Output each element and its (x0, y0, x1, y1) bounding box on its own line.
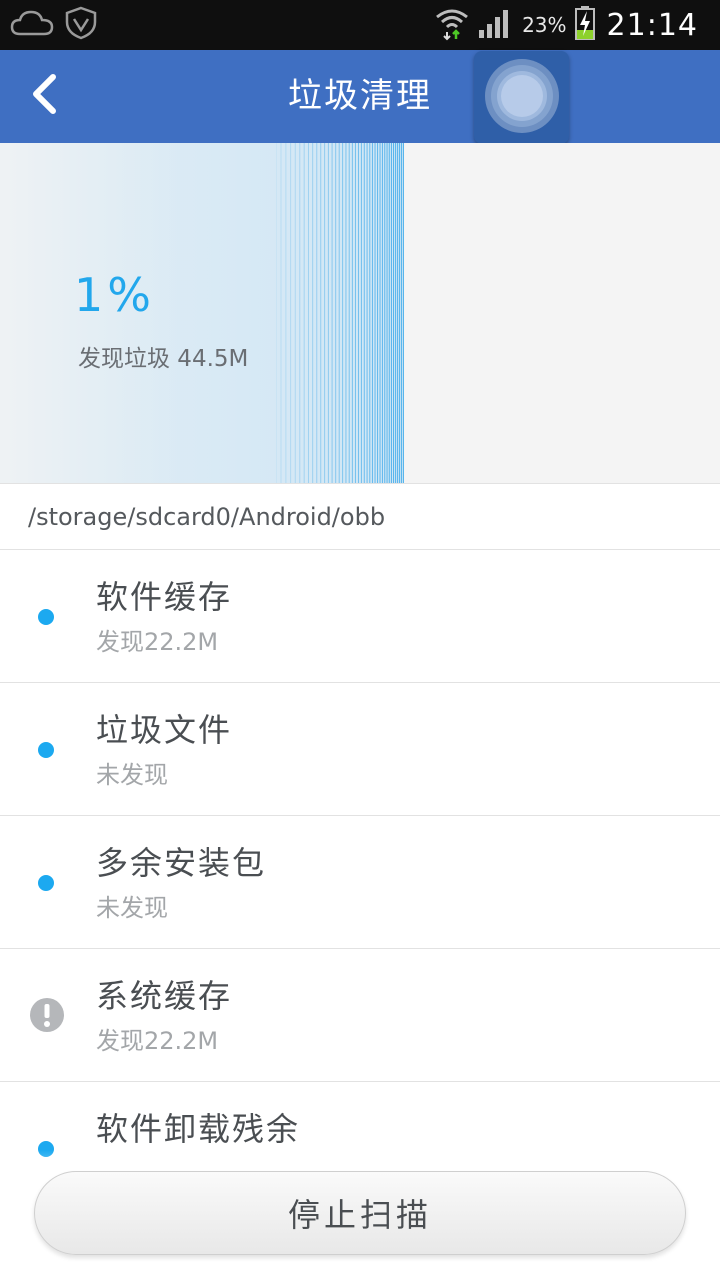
item-title: 软件缓存 (96, 578, 233, 616)
signal-icon (478, 8, 512, 42)
floating-circle-icon (482, 56, 562, 140)
scan-progress-panel: 1% 发现垃圾 44.5M (0, 143, 720, 483)
scan-path-bar: /storage/sdcard0/Android/obb (0, 483, 720, 550)
battery-percent: 23% (522, 13, 567, 37)
item-title: 多余安装包 (96, 844, 267, 882)
item-subtitle: 未发现 (96, 894, 168, 922)
item-subtitle: 发现22.2M (96, 628, 219, 656)
status-right: 23% 21:14 (434, 6, 698, 44)
scan-percent: 1% (74, 268, 155, 322)
status-dot-icon (38, 742, 54, 758)
status-left (10, 6, 98, 44)
floating-assistant-button[interactable] (474, 51, 569, 144)
list-item-redundant-apk[interactable]: 多余安装包 未发现 (0, 816, 720, 949)
list-item-app-cache[interactable]: 软件缓存 发现22.2M (0, 550, 720, 683)
page-title: 垃圾清理 (288, 76, 432, 116)
scan-lines-effect (276, 143, 404, 483)
clock: 21:14 (606, 7, 698, 43)
back-button[interactable] (14, 66, 74, 126)
junk-found-label: 发现垃圾 44.5M (78, 346, 249, 372)
warning-icon (29, 997, 65, 1033)
shield-icon (64, 6, 98, 44)
item-title: 软件卸载残余 (96, 1110, 301, 1148)
action-bar: 垃圾清理 (0, 50, 720, 144)
status-dot-icon (38, 609, 54, 625)
battery-charging-icon (574, 6, 595, 44)
status-bar: 23% 21:14 (0, 0, 720, 50)
stop-scan-button[interactable]: 停止扫描 (34, 1171, 686, 1255)
wifi-icon (434, 5, 470, 45)
cloud-icon (10, 8, 54, 42)
list-item-system-cache[interactable]: 系统缓存 发现22.2M (0, 949, 720, 1082)
item-title: 垃圾文件 (96, 711, 233, 749)
item-subtitle: 发现22.2M (96, 1027, 219, 1055)
item-title: 系统缓存 (96, 977, 233, 1015)
scan-path-text: /storage/sdcard0/Android/obb (28, 503, 386, 531)
status-dot-icon (38, 875, 54, 891)
back-arrow-icon (29, 73, 59, 119)
list-item-junk-files[interactable]: 垃圾文件 未发现 (0, 683, 720, 816)
item-subtitle: 未发现 (96, 761, 168, 789)
